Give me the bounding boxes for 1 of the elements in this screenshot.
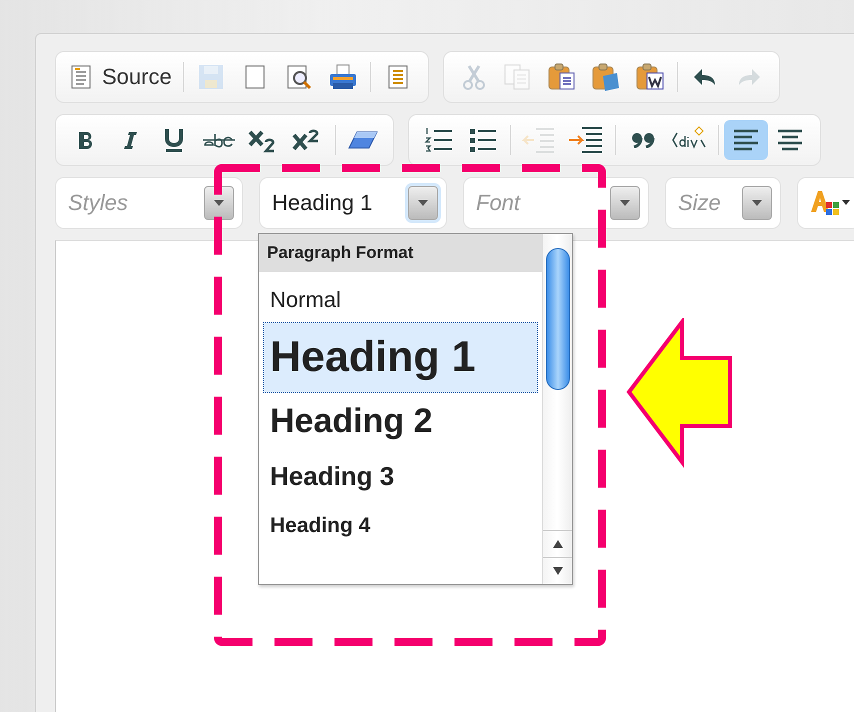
panel-title: Paragraph Format — [259, 234, 542, 272]
